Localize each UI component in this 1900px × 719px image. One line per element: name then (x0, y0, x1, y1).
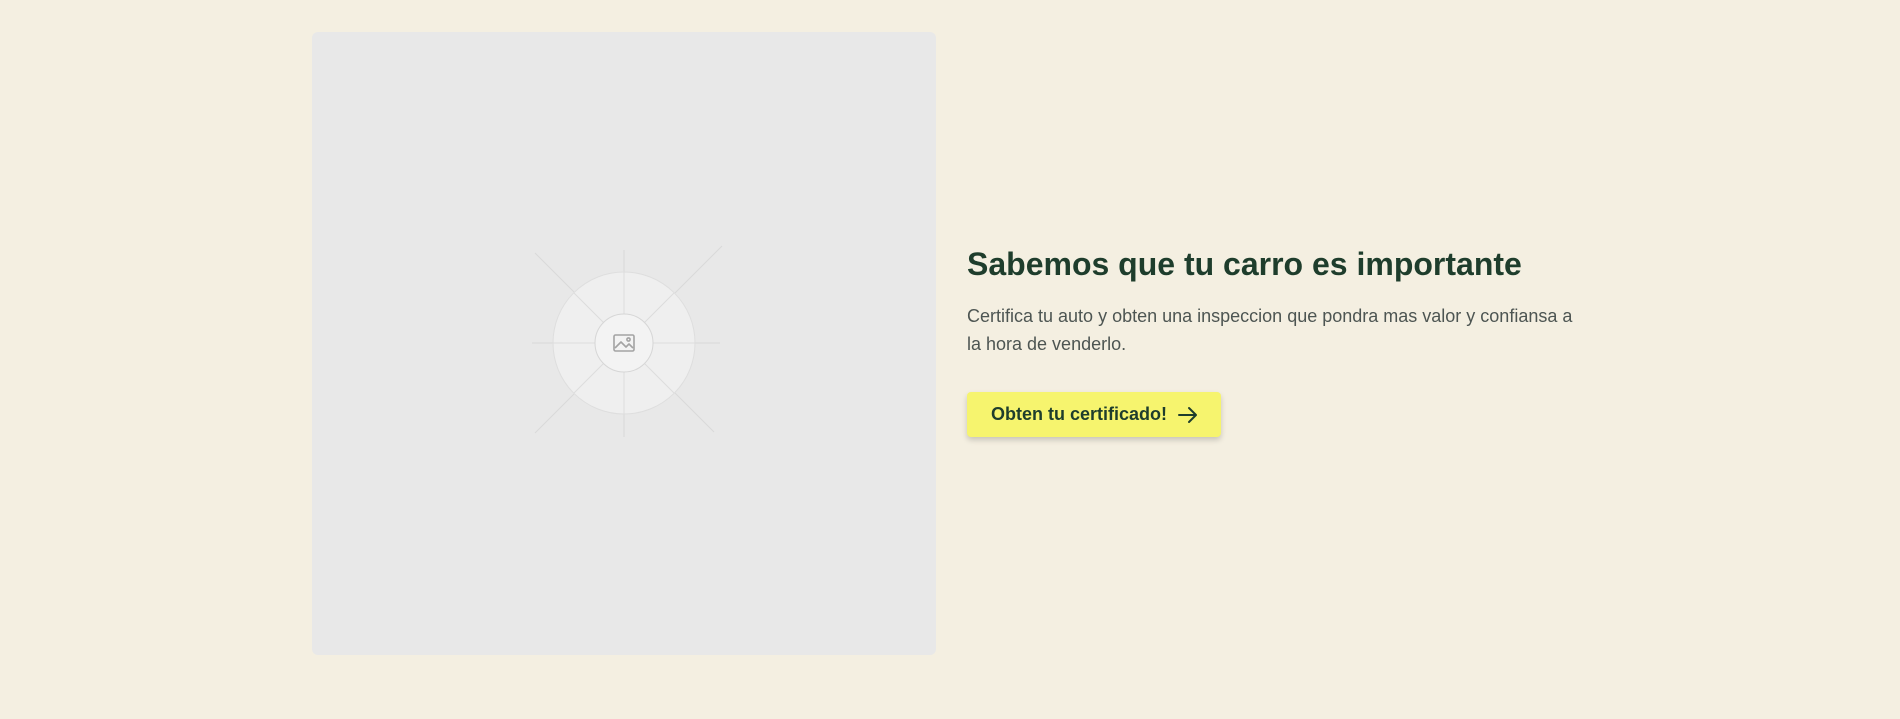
arrow-right-icon (1178, 406, 1198, 423)
hero-title: Sabemos que tu carro es importante (967, 246, 1522, 282)
get-certificate-button[interactable]: Obten tu certificado! (967, 392, 1222, 437)
get-certificate-button-label: Obten tu certificado! (991, 404, 1168, 424)
hero-description: Certifica tu auto y obten una inspeccion… (967, 306, 1573, 354)
hero-content: Sabemos que tu carro es importante Certi… (967, 244, 1587, 437)
image-placeholder-graphic (532, 245, 723, 437)
hero-image-placeholder (312, 32, 936, 655)
